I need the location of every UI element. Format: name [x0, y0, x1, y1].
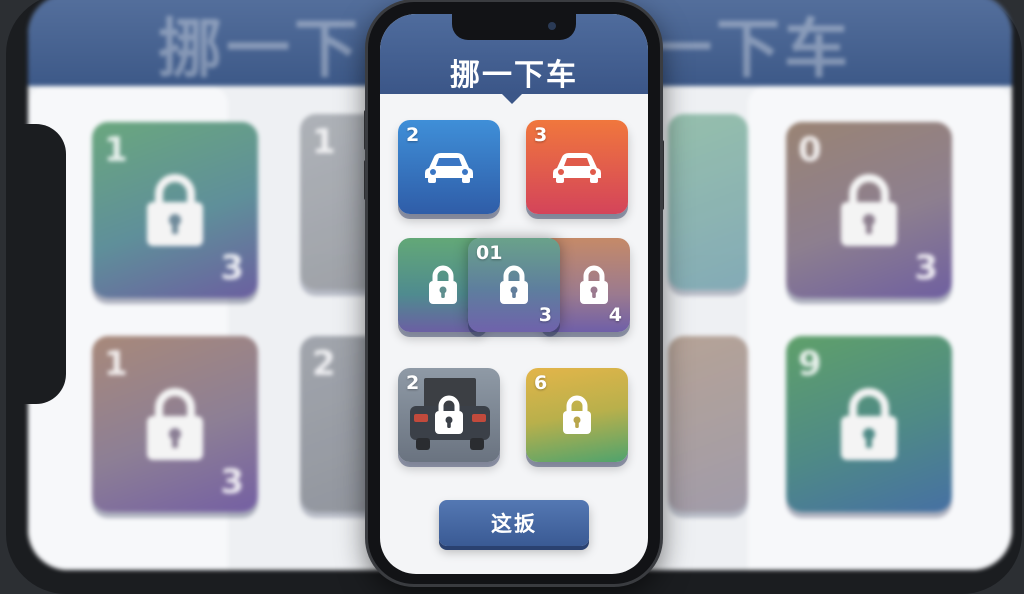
lock-icon — [429, 265, 457, 304]
page-title: 挪一下车 — [450, 58, 578, 93]
tile-number: 6 — [534, 372, 548, 394]
power-button — [660, 140, 664, 210]
background-tile: 1 3 — [92, 336, 258, 512]
phone-notch — [452, 14, 576, 40]
car-icon — [553, 153, 601, 183]
tile-count: 4 — [608, 304, 622, 326]
background-tile-count: 3 — [220, 248, 244, 288]
header-pointer — [502, 94, 522, 104]
car-icon — [425, 153, 473, 183]
background-tile — [668, 336, 748, 512]
background-tile-number: 1 — [104, 344, 128, 384]
background-title-left: 挪一下 — [158, 13, 362, 87]
parking-tile[interactable]: 2 — [398, 120, 500, 214]
lock-icon — [563, 395, 591, 434]
lock-icon — [500, 265, 528, 304]
lock-icon — [147, 174, 203, 246]
parking-tile[interactable]: 3 — [526, 120, 628, 214]
action-button[interactable]: 这扳 — [439, 500, 589, 546]
background-tile: 1 3 — [92, 122, 258, 298]
background-tile-number: 1 — [312, 122, 336, 162]
lock-icon — [435, 395, 463, 434]
background-tile: 0 3 — [786, 122, 952, 298]
background-tile-number: 2 — [312, 344, 336, 384]
background-tile — [668, 114, 748, 290]
background-tile-number: 9 — [798, 344, 822, 384]
background-tile-count: 3 — [914, 248, 938, 288]
background-title-right: 一下车 — [648, 13, 852, 87]
tile-number: 2 — [406, 372, 420, 394]
tile-number: 01 — [476, 242, 503, 264]
background-tile: 9 — [786, 336, 952, 512]
phone-screen: 挪一下车 2 3 4 01 3 2 6 这扳 — [380, 14, 648, 574]
tile-number: 2 — [406, 124, 420, 146]
background-tile-number: 1 — [104, 130, 128, 170]
parking-tile[interactable]: 2 — [398, 368, 500, 462]
lock-icon — [147, 388, 203, 460]
phone-frame: 挪一下车 2 3 4 01 3 2 6 这扳 — [368, 2, 660, 584]
background-tile-count: 3 — [220, 462, 244, 502]
lock-icon — [841, 388, 897, 460]
background-tile-number: 0 — [798, 130, 822, 170]
lock-icon — [841, 174, 897, 246]
tile-count: 3 — [538, 304, 552, 326]
lock-icon — [580, 265, 608, 304]
background-phone-notch — [6, 124, 66, 404]
tile-number: 3 — [534, 124, 548, 146]
camera-icon — [548, 22, 556, 30]
parking-tile[interactable]: 6 — [526, 368, 628, 462]
parking-tile-selected[interactable]: 01 3 — [468, 238, 560, 332]
